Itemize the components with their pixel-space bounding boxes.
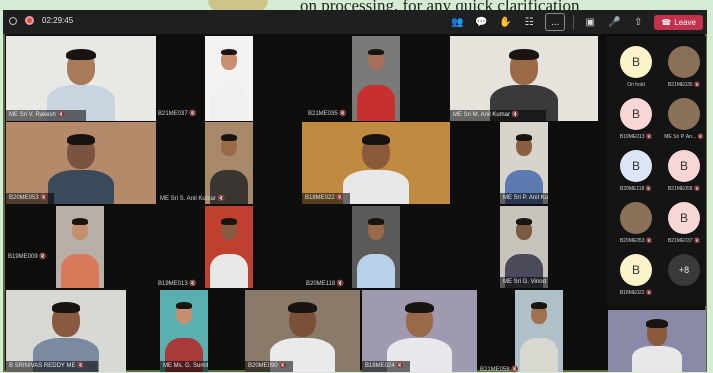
video-tile[interactable] (205, 36, 253, 121)
participant-name-label: ME Sri M. Anil Kumar 🔇 (453, 112, 520, 118)
video-tile[interactable]: ME Sri P. Anil Kumar 🔇 (500, 122, 548, 204)
participant-avatar-name: B21ME058 🔇 (667, 186, 701, 192)
camera-icon[interactable]: ▣ (582, 14, 598, 30)
share-icon[interactable]: ⇧ (630, 14, 646, 30)
video-tile[interactable]: B SRINIVAS REDDY ME 🔇 (6, 290, 126, 372)
participant-avatar-name: ME Sri P. An... 🔇 (664, 134, 704, 140)
video-tile[interactable]: ME Sri M. Anil Kumar 🔇 (450, 36, 598, 121)
participant-avatar[interactable]: B (620, 46, 652, 78)
participant-body (632, 345, 682, 372)
participant-name-label: B18ME022 🔇 (305, 195, 344, 201)
participant-name-label: B SRINIVAS REDDY ME 🔇 (9, 363, 85, 369)
participant-hair (515, 218, 533, 225)
participant-avatar[interactable] (668, 98, 700, 130)
more-actions-button[interactable]: ... (545, 13, 566, 31)
participant-hair (71, 218, 89, 225)
participant-avatar-name: B18ME022 🔇 (619, 290, 653, 296)
video-tile[interactable]: B20ME090 🔇 (245, 290, 360, 372)
leave-button[interactable]: ☎ Leave (654, 14, 703, 30)
participant-hair (509, 48, 539, 61)
participant-avatar-name: B20ME118 🔇 (620, 186, 652, 192)
video-tile[interactable]: B20ME053 🔇 (6, 122, 156, 204)
participant-name-label: ME Sri V. Rakesh 🔇 (9, 112, 65, 118)
participant-hair (66, 48, 96, 61)
participant-avatar-name: B21ME037 🔇 (667, 238, 701, 244)
participant-body (60, 253, 100, 288)
video-tile[interactable]: B18ME022 🔇 (302, 122, 450, 204)
participant-hair (220, 218, 238, 225)
participant-avatar[interactable]: B (620, 254, 652, 286)
participant-name-label: B19ME013 🔇 (158, 281, 197, 287)
participant-name-label: B20ME053 🔇 (9, 195, 48, 201)
participant-name-label: ME Sri S. Anil Kumar 🔇 (160, 196, 226, 202)
participant-hair (367, 48, 385, 56)
participant-hair (361, 134, 391, 146)
video-tile[interactable]: B18ME024 🔇 (362, 290, 477, 372)
participant-hair (66, 134, 96, 146)
participant-name-label: B21ME037 🔇 (158, 111, 197, 117)
participant-body (209, 253, 249, 288)
participant-avatar-name: B19ME013 🔇 (619, 134, 653, 140)
participant-hair (51, 302, 81, 314)
participant-avatar-name: On hold (627, 82, 645, 88)
participant-avatar-name: B20ME053 🔇 (619, 238, 653, 244)
participant-hair (646, 319, 668, 328)
participant-body (209, 85, 249, 121)
participant-avatar[interactable]: B (668, 202, 700, 234)
video-tile[interactable] (56, 206, 104, 288)
video-tile[interactable] (515, 290, 563, 372)
participant-name-label: ME Sri P. Anil Kumar 🔇 (503, 195, 548, 201)
toolbar-divider (573, 15, 575, 29)
participant-body (356, 253, 396, 288)
video-tile[interactable] (205, 206, 253, 288)
participant-body (343, 169, 409, 204)
participant-avatar[interactable]: B (620, 150, 652, 182)
meeting-toolbar: 02:29:45 👥 💬 ✋ ☷ ... ▣ 🎤 ⇧ ☎ Leave (3, 10, 707, 34)
participant-name-label: ME Ms. G. Sumithra 🔇 (163, 363, 208, 369)
participant-name-label: B19ME009 🔇 (8, 254, 47, 260)
people-icon[interactable]: 👥 (449, 14, 465, 30)
video-tile[interactable]: ME Sri V. Rakesh 🔇 (6, 36, 156, 121)
chat-icon[interactable]: 💬 (473, 14, 489, 30)
raise-hand-icon[interactable]: ✋ (497, 14, 513, 30)
participant-avatar-name: B21ME035 🔇 (667, 82, 701, 88)
participant-hair (530, 302, 548, 309)
participant-name-label: B20ME090 🔇 (248, 363, 287, 369)
participant-hair (288, 302, 317, 314)
participant-hair (220, 48, 238, 56)
participant-name-label: ME Sri G. Vinod Kumar 🔇 (503, 279, 548, 285)
participant-hair (367, 218, 385, 225)
video-tile[interactable] (352, 206, 400, 288)
participant-avatar[interactable]: B (668, 150, 700, 182)
participant-name-label: B20ME118 🔇 (306, 281, 345, 287)
participant-body (48, 169, 114, 204)
participant-hair (175, 302, 193, 309)
video-tile[interactable] (205, 122, 253, 204)
participant-avatar[interactable] (620, 202, 652, 234)
recording-icon (25, 16, 34, 25)
microphone-icon[interactable]: 🎤 (606, 14, 622, 30)
participant-avatar[interactable] (668, 46, 700, 78)
video-tile[interactable]: ME Ms. G. Sumithra 🔇 (160, 290, 208, 372)
video-tile[interactable]: ME Sri G. Vinod Kumar 🔇 (500, 206, 548, 288)
rooms-icon[interactable]: ☷ (521, 14, 537, 30)
more-participants-button[interactable]: +8 (668, 254, 700, 286)
participant-hair (515, 134, 533, 141)
video-tile[interactable] (608, 310, 706, 372)
shield-icon (9, 16, 17, 25)
participant-hair (405, 302, 434, 314)
participant-name-label: B21ME035 🔇 (308, 111, 347, 117)
participant-sidebar: B On hold B21ME035 🔇 B B19ME013 🔇 ME Sri P. A… (606, 36, 706, 306)
video-tile[interactable] (352, 36, 400, 121)
participant-avatar[interactable]: B (620, 98, 652, 130)
meeting-timer: 02:29:45 (42, 16, 74, 25)
participant-body (519, 337, 559, 372)
participant-body (356, 85, 396, 121)
participant-hair (220, 134, 238, 141)
leave-label: Leave (674, 17, 696, 27)
participant-name-label: B18ME024 🔇 (365, 363, 404, 369)
phone-hangup-icon: ☎ (661, 17, 672, 27)
